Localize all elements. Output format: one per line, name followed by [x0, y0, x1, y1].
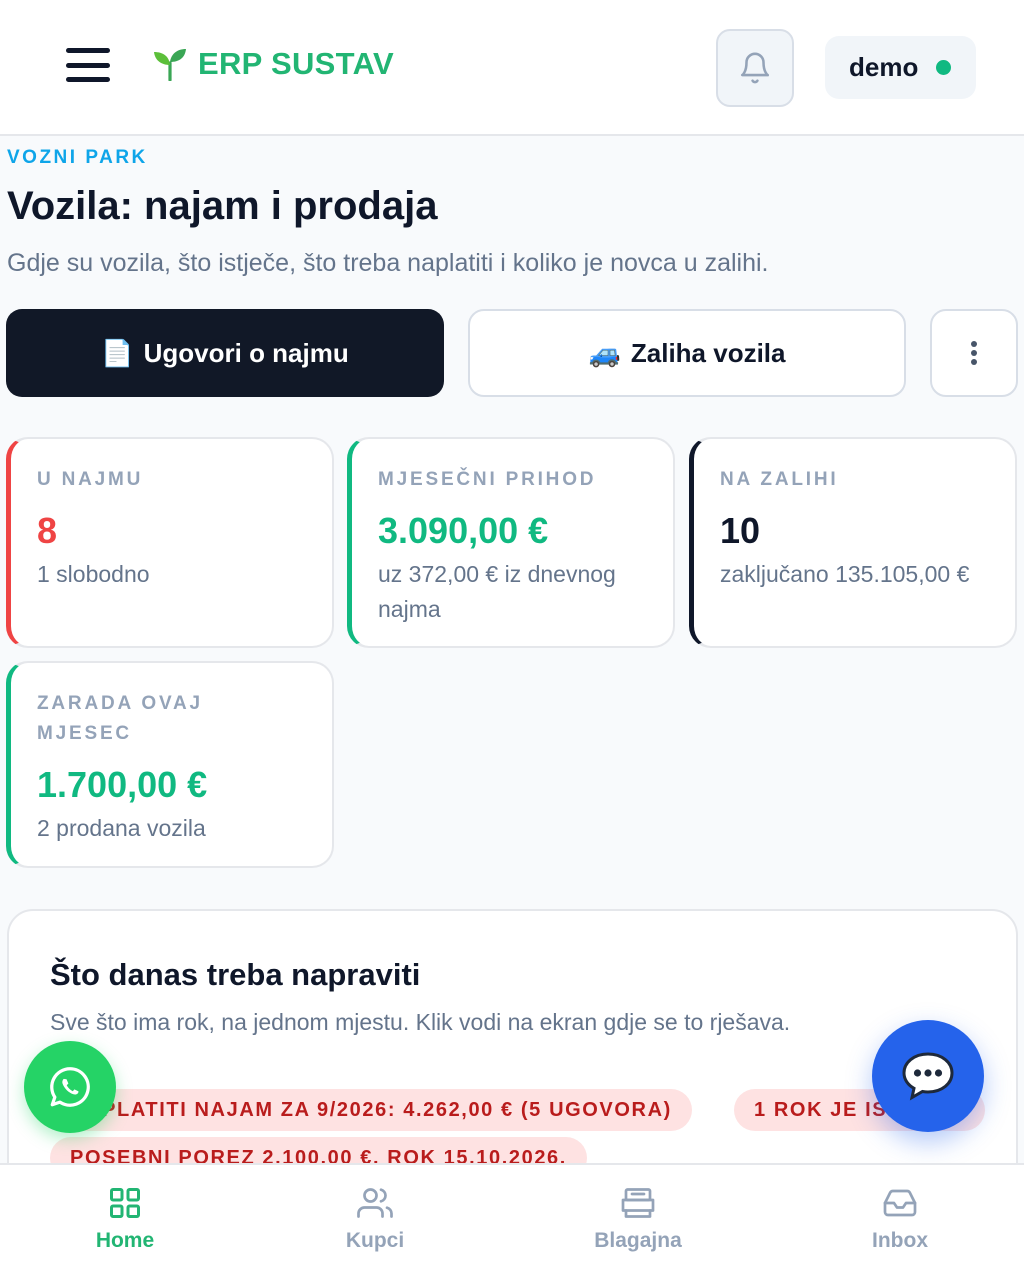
- todo-chip-rent-collection[interactable]: NAPLATITI NAJAM ZA 9/2026: 4.262,00 € (5…: [50, 1089, 692, 1131]
- stat-card-in-stock[interactable]: NA ZALIHI 10 zaključano 135.105,00 €: [689, 437, 1017, 648]
- nav-label: Kupci: [345, 1229, 405, 1252]
- stat-note: 2 prodana vozila: [37, 815, 206, 841]
- stat-card-monthly-income[interactable]: MJESEČNI PRIHOD 3.090,00 € uz 372,00 € i…: [347, 437, 675, 648]
- stat-note: zaključano 135.105,00 €: [720, 561, 970, 587]
- stat-value: 3.090,00 €: [378, 510, 549, 551]
- more-options-button[interactable]: [930, 309, 1018, 397]
- todo-title: Što danas treba napraviti: [50, 957, 421, 992]
- online-status-dot: [936, 60, 952, 75]
- bottom-navigation: Home Kupci Blagajna Inbox: [0, 1163, 1024, 1280]
- nav-label: Blagajna: [594, 1229, 682, 1252]
- inbox-icon: [883, 1189, 917, 1217]
- whatsapp-icon: [50, 1067, 90, 1107]
- stat-note: 1 slobodno: [37, 561, 150, 587]
- stat-value: 8: [37, 510, 58, 551]
- whatsapp-button[interactable]: [24, 1041, 116, 1133]
- user-menu-button[interactable]: demo: [825, 36, 976, 99]
- stat-label: MJESEČNI PRIHOD: [378, 469, 597, 490]
- stat-value: 10: [720, 510, 761, 551]
- stat-label: NA ZALIHI: [720, 469, 839, 490]
- nav-inbox[interactable]: Inbox: [820, 1185, 980, 1253]
- nav-home[interactable]: Home: [45, 1185, 205, 1253]
- nav-blagajna[interactable]: Blagajna: [558, 1185, 718, 1253]
- nav-kupci[interactable]: Kupci: [295, 1185, 455, 1253]
- grid-icon: [110, 1188, 140, 1218]
- chat-button[interactable]: [872, 1020, 984, 1132]
- users-icon: [357, 1188, 393, 1218]
- stat-note: uz 372,00 € iz dnevnog najma: [378, 561, 616, 622]
- document-icon: 📄: [101, 337, 134, 368]
- rental-contracts-button[interactable]: 📄 Ugovori o najmu: [6, 309, 444, 397]
- stat-card-rented[interactable]: U NAJMU 8 1 slobodno: [6, 437, 334, 648]
- stat-label: U NAJMU: [37, 469, 144, 490]
- page-subtitle: Gdje su vozila, što istječe, što treba n…: [7, 249, 769, 277]
- top-bar: ERP SUSTAV demo: [0, 0, 1024, 136]
- user-name: demo: [849, 52, 919, 82]
- stat-value: 1.700,00 €: [37, 764, 208, 805]
- menu-icon[interactable]: [66, 48, 110, 82]
- page-title: Vozila: najam i prodaja: [7, 184, 438, 228]
- brand[interactable]: ERP SUSTAV: [152, 46, 394, 82]
- bell-icon: [740, 52, 770, 84]
- cash-register-icon: [621, 1188, 655, 1218]
- brand-name: ERP SUSTAV: [198, 46, 394, 81]
- section-eyebrow: VOZNI PARK: [7, 147, 148, 168]
- speech-bubble-icon: [902, 1052, 954, 1101]
- vehicle-stock-label: Zaliha vozila: [630, 337, 786, 368]
- seedling-icon: [154, 49, 186, 81]
- rental-contracts-label: Ugovori o najmu: [143, 337, 349, 368]
- todo-subtitle: Sve što ima rok, na jednom mjestu. Klik …: [50, 1009, 791, 1035]
- car-icon: 🚙: [588, 337, 621, 368]
- stat-label: ZARADA OVAJ MJESEC: [37, 693, 203, 744]
- nav-label: Inbox: [872, 1229, 928, 1252]
- notifications-button[interactable]: [716, 29, 794, 107]
- vehicle-stock-button[interactable]: 🚙 Zaliha vozila: [468, 309, 906, 397]
- more-vertical-icon: [971, 341, 977, 365]
- nav-label: Home: [95, 1229, 155, 1252]
- stat-card-monthly-profit[interactable]: ZARADA OVAJ MJESEC 1.700,00 € 2 prodana …: [6, 661, 334, 868]
